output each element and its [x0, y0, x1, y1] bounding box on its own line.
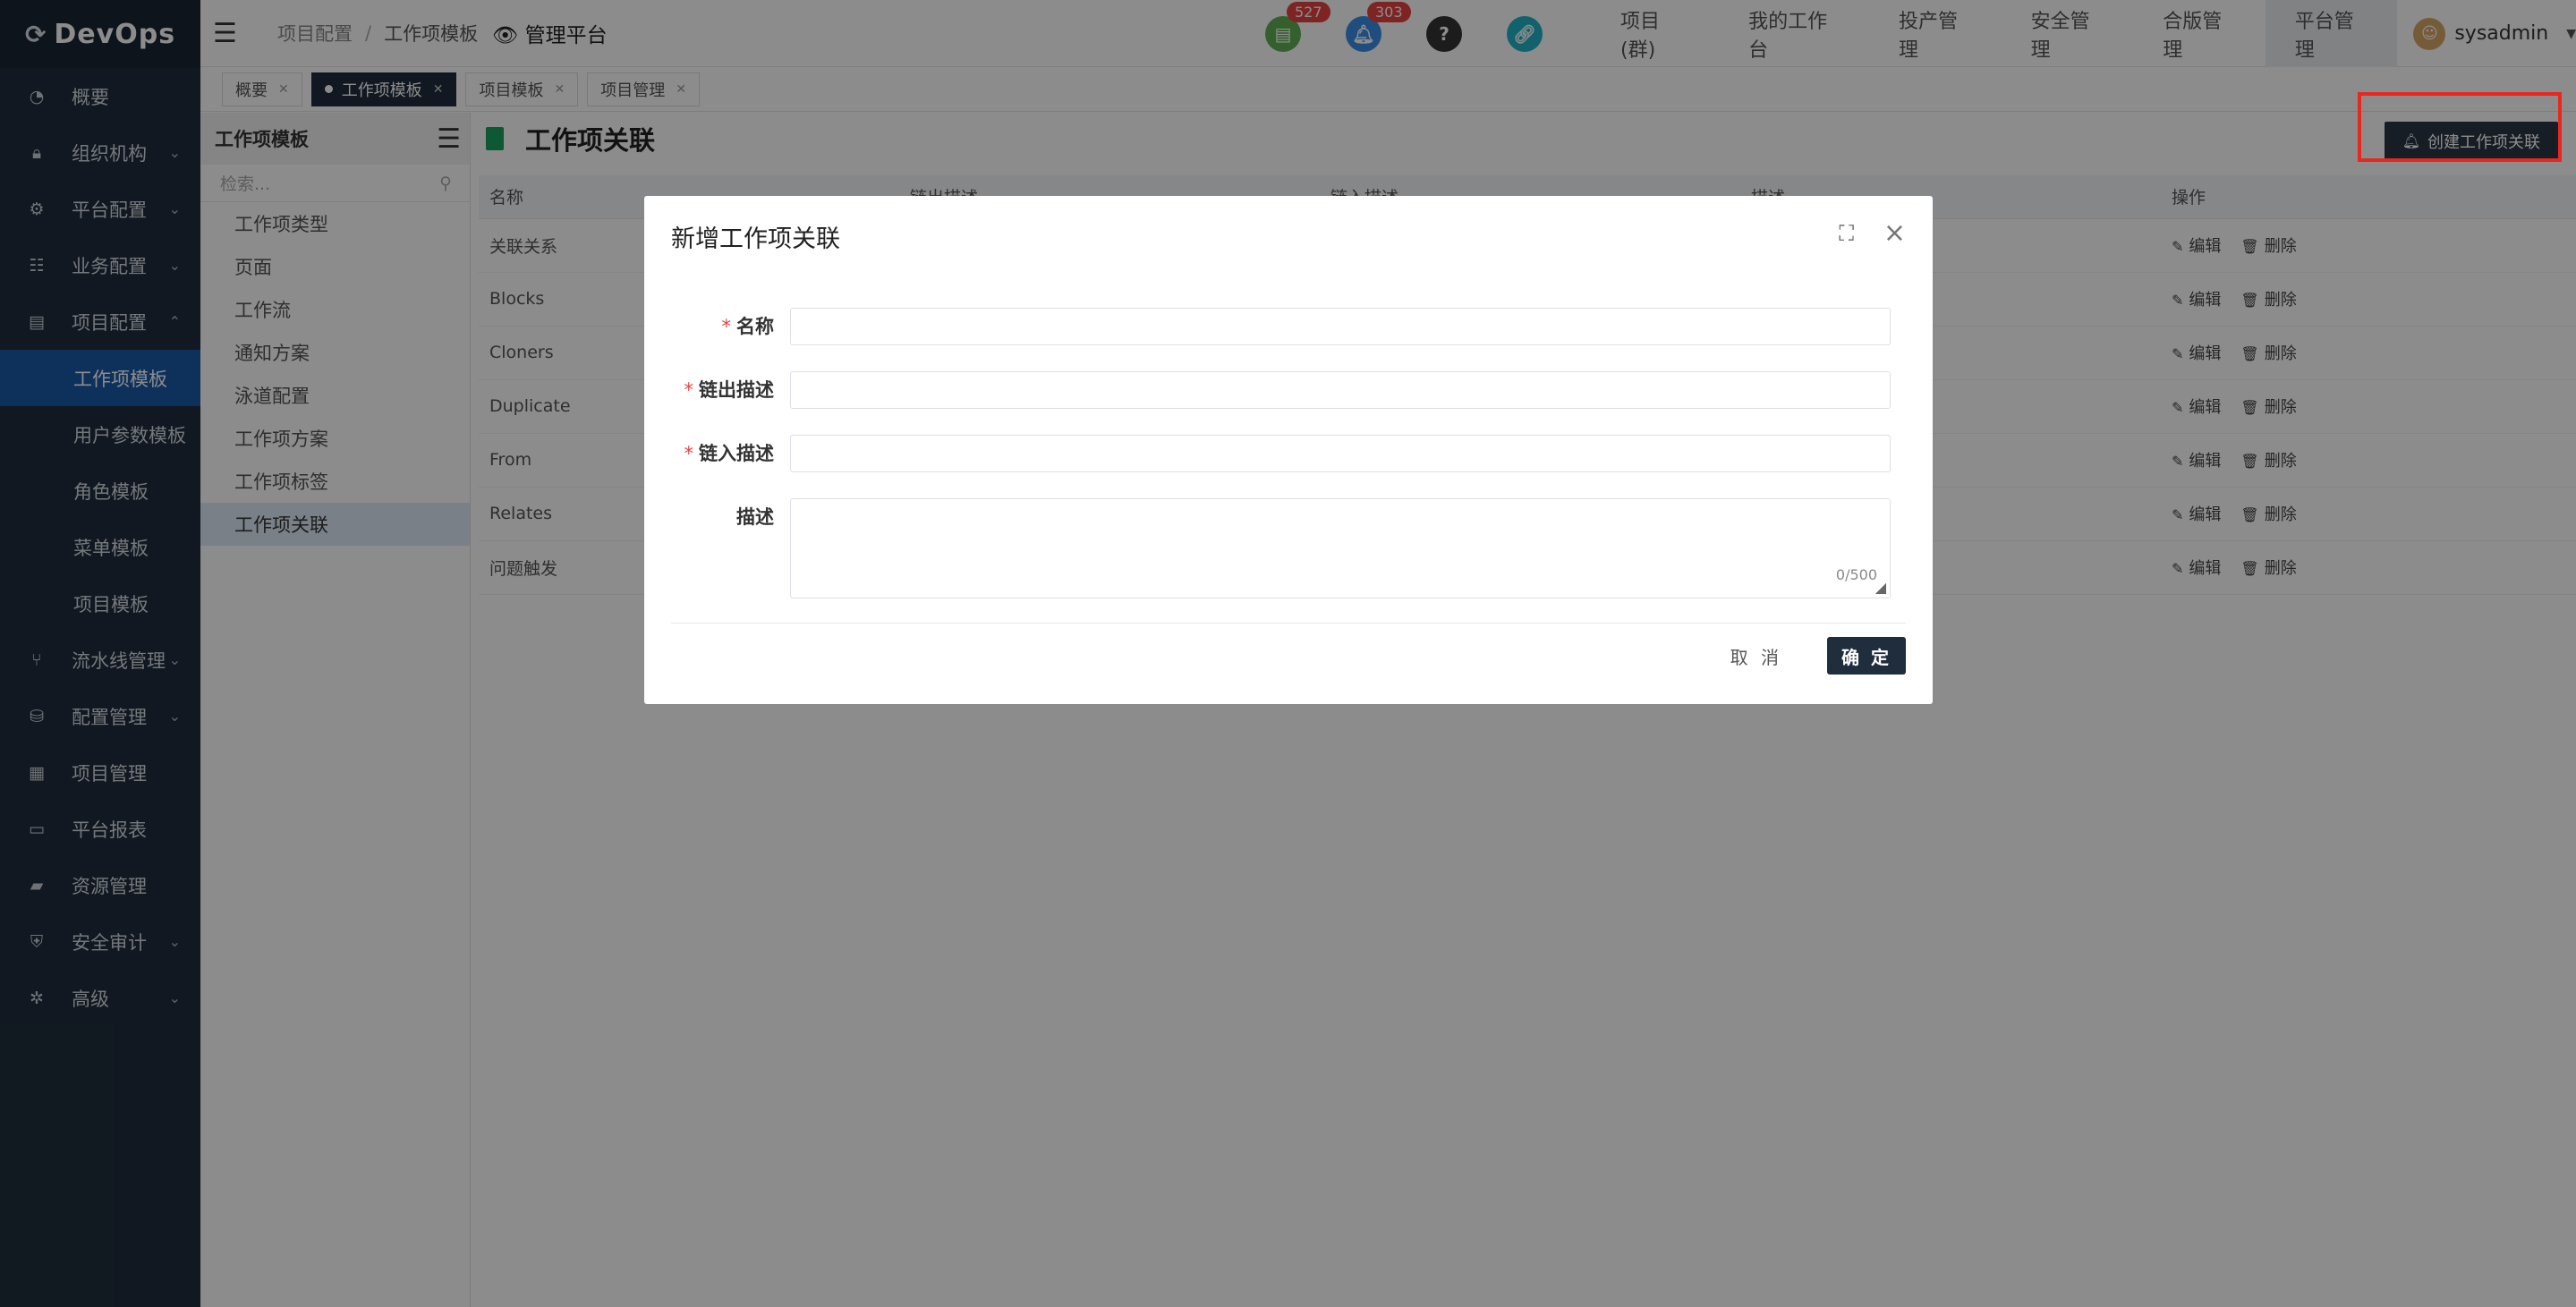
- highlight-box: [2358, 92, 2562, 162]
- resize-handle-icon[interactable]: ◢: [1875, 579, 1886, 596]
- field-label: * 名称: [644, 308, 790, 345]
- cancel-button[interactable]: 取 消: [1730, 637, 1782, 675]
- form-row-inward: * 链入描述: [644, 435, 1933, 472]
- field-label-text: 名称: [736, 316, 774, 337]
- field-label: * 链出描述: [644, 371, 790, 409]
- description-textarea[interactable]: 0/500 ◢: [790, 498, 1891, 598]
- field-label: 描述: [644, 498, 790, 536]
- form-row-name: * 名称: [644, 308, 1933, 345]
- required-mark: *: [684, 443, 694, 464]
- dialog-divider: [671, 623, 1906, 624]
- create-link-dialog: 新增工作项关联 ⛶ × * 名称 * 链出描述 * 链入描述 描述 0/500 ◢ 取…: [644, 196, 1933, 704]
- field-label-text: 描述: [736, 506, 774, 528]
- required-mark: *: [684, 379, 694, 401]
- field-label-text: 链入描述: [699, 443, 774, 464]
- field-label-text: 链出描述: [699, 379, 774, 401]
- required-mark: *: [721, 316, 732, 337]
- close-icon[interactable]: ×: [1883, 217, 1906, 249]
- name-input[interactable]: [790, 308, 1891, 345]
- dialog-title: 新增工作项关联: [671, 225, 840, 253]
- outward-desc-input[interactable]: [790, 371, 1891, 409]
- form-row-outward: * 链出描述: [644, 371, 1933, 409]
- char-counter: 0/500: [1835, 566, 1877, 583]
- inward-desc-input[interactable]: [790, 435, 1891, 472]
- field-label: * 链入描述: [644, 435, 790, 472]
- form-row-description: 描述 0/500 ◢: [644, 498, 1933, 598]
- dialog-header: 新增工作项关联 ⛶ ×: [644, 196, 1933, 276]
- fullscreen-icon[interactable]: ⛶: [1839, 221, 1854, 246]
- confirm-button[interactable]: 确 定: [1827, 637, 1906, 675]
